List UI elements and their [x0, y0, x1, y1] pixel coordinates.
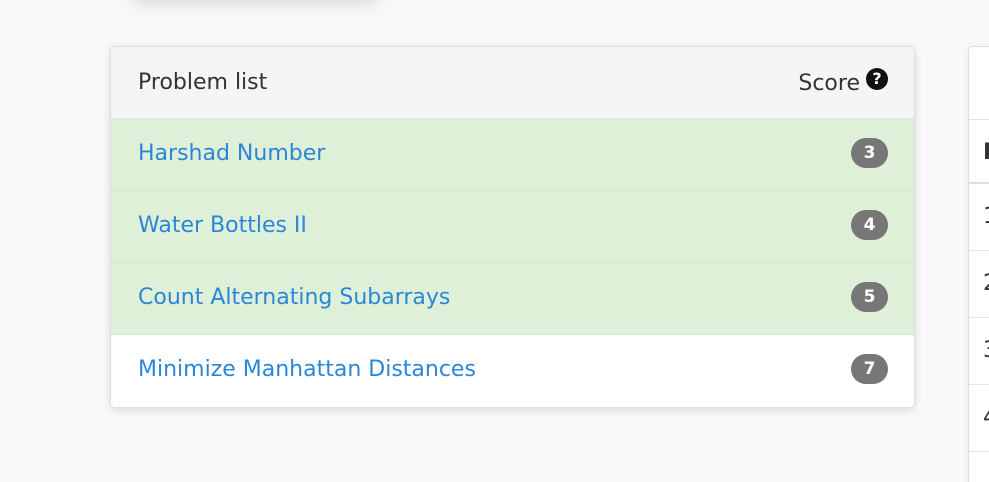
problem-link-water-bottles-ii[interactable]: Water Bottles II: [138, 213, 307, 238]
ranking-header-cell: I: [983, 140, 989, 165]
ranking-row: 2: [969, 251, 989, 318]
score-badge: 7: [851, 354, 888, 384]
ranking-cell: 3: [983, 338, 989, 363]
problem-link-minimize-manhattan-distances[interactable]: Minimize Manhattan Distances: [138, 357, 476, 382]
problem-link-count-alternating-subarrays[interactable]: Count Alternating Subarrays: [138, 285, 450, 310]
ranking-table-header: I: [969, 120, 989, 184]
problem-row: Water Bottles II 4: [111, 191, 914, 263]
ranking-row: 4: [969, 385, 989, 452]
page: Problem list Score ? Harshad Number 3 Wa…: [0, 0, 989, 482]
ranking-row: 1: [969, 184, 989, 251]
ranking-cell: 1: [983, 204, 989, 229]
problem-row: Minimize Manhattan Distances 7: [111, 335, 914, 407]
problem-list-title: Problem list: [138, 70, 268, 95]
score-badge: 3: [851, 138, 888, 168]
question-circle-icon[interactable]: ?: [866, 67, 888, 90]
score-header: Score ?: [798, 67, 888, 96]
score-badge: 5: [851, 282, 888, 312]
ranking-cell: 4: [983, 405, 989, 430]
ranking-panel: I 1 2 3 4: [968, 46, 989, 482]
problem-list-header: Problem list Score ?: [111, 47, 914, 119]
ranking-panel-header: [969, 47, 989, 120]
problem-link-harshad-number[interactable]: Harshad Number: [138, 141, 325, 166]
problem-list-panel: Problem list Score ? Harshad Number 3 Wa…: [110, 46, 915, 408]
ranking-row: 3: [969, 318, 989, 385]
score-label: Score: [798, 71, 860, 96]
problem-row: Count Alternating Subarrays 5: [111, 263, 914, 335]
problem-row: Harshad Number 3: [111, 119, 914, 191]
ranking-cell: 2: [983, 271, 989, 296]
score-badge: 4: [851, 210, 888, 240]
